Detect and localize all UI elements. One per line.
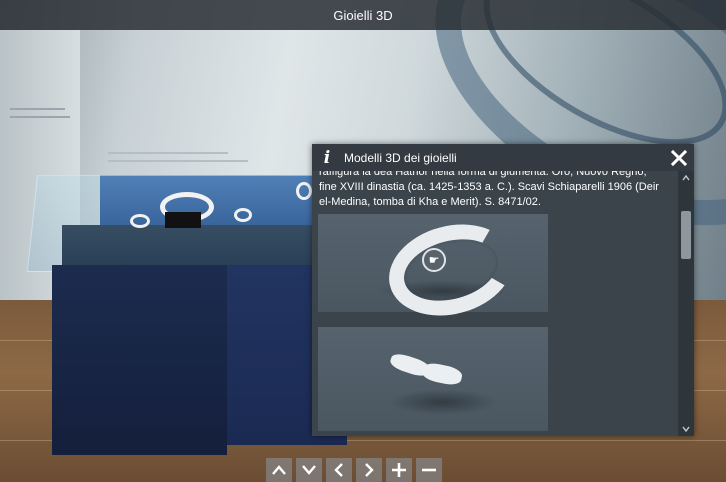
jewel-stand: [165, 212, 201, 228]
chevron-up-icon: [272, 465, 286, 475]
wall-caption-line: [108, 160, 248, 162]
scroll-down-button[interactable]: [678, 422, 694, 436]
close-button[interactable]: [664, 144, 694, 171]
plus-icon: [392, 463, 406, 477]
up-button[interactable]: [266, 458, 292, 482]
chevron-right-icon: [365, 463, 374, 477]
app-title: Gioielli 3D: [333, 7, 393, 23]
right-button[interactable]: [356, 458, 382, 482]
jewel-ring[interactable]: [234, 208, 252, 222]
hand-cursor-icon: ☛: [422, 248, 446, 272]
close-icon: [671, 149, 687, 166]
info-panel: i Modelli 3D dei gioielli raffigura la d…: [312, 144, 694, 436]
wall-caption-line: [10, 116, 70, 118]
jewel-ring[interactable]: [296, 182, 312, 200]
panel-scrollbar[interactable]: [678, 171, 694, 436]
panel-title: Modelli 3D dei gioielli: [344, 150, 457, 165]
chevron-down-icon: [682, 426, 690, 432]
scroll-thumb[interactable]: [681, 211, 691, 259]
zoom-out-button[interactable]: [416, 458, 442, 482]
wall-caption-line: [108, 152, 228, 154]
jewel-ring[interactable]: [130, 214, 150, 228]
scroll-up-button[interactable]: [678, 171, 694, 185]
zoom-in-button[interactable]: [386, 458, 412, 482]
chevron-down-icon: [302, 465, 316, 475]
left-button[interactable]: [326, 458, 352, 482]
panel-header: i Modelli 3D dei gioielli: [312, 144, 694, 171]
chevron-left-icon: [334, 463, 343, 477]
model-shadow: [388, 389, 498, 415]
fragment-piece: [420, 361, 464, 387]
display-case-base: [52, 265, 227, 455]
title-bar: Gioielli 3D: [0, 0, 726, 30]
chevron-up-icon: [682, 175, 690, 181]
navigation-controls: [266, 458, 442, 482]
minus-icon: [422, 468, 436, 472]
fragment-model[interactable]: [318, 327, 548, 431]
ring-3d-shape: [378, 211, 524, 329]
jewel-description: raffigura la dea Hathor nella forma di g…: [319, 171, 659, 208]
wall-caption-line: [10, 108, 65, 110]
info-icon: i: [323, 147, 331, 168]
panel-content[interactable]: raffigura la dea Hathor nella forma di g…: [312, 171, 678, 436]
down-button[interactable]: [296, 458, 322, 482]
ring-model[interactable]: ☛: [318, 211, 548, 329]
